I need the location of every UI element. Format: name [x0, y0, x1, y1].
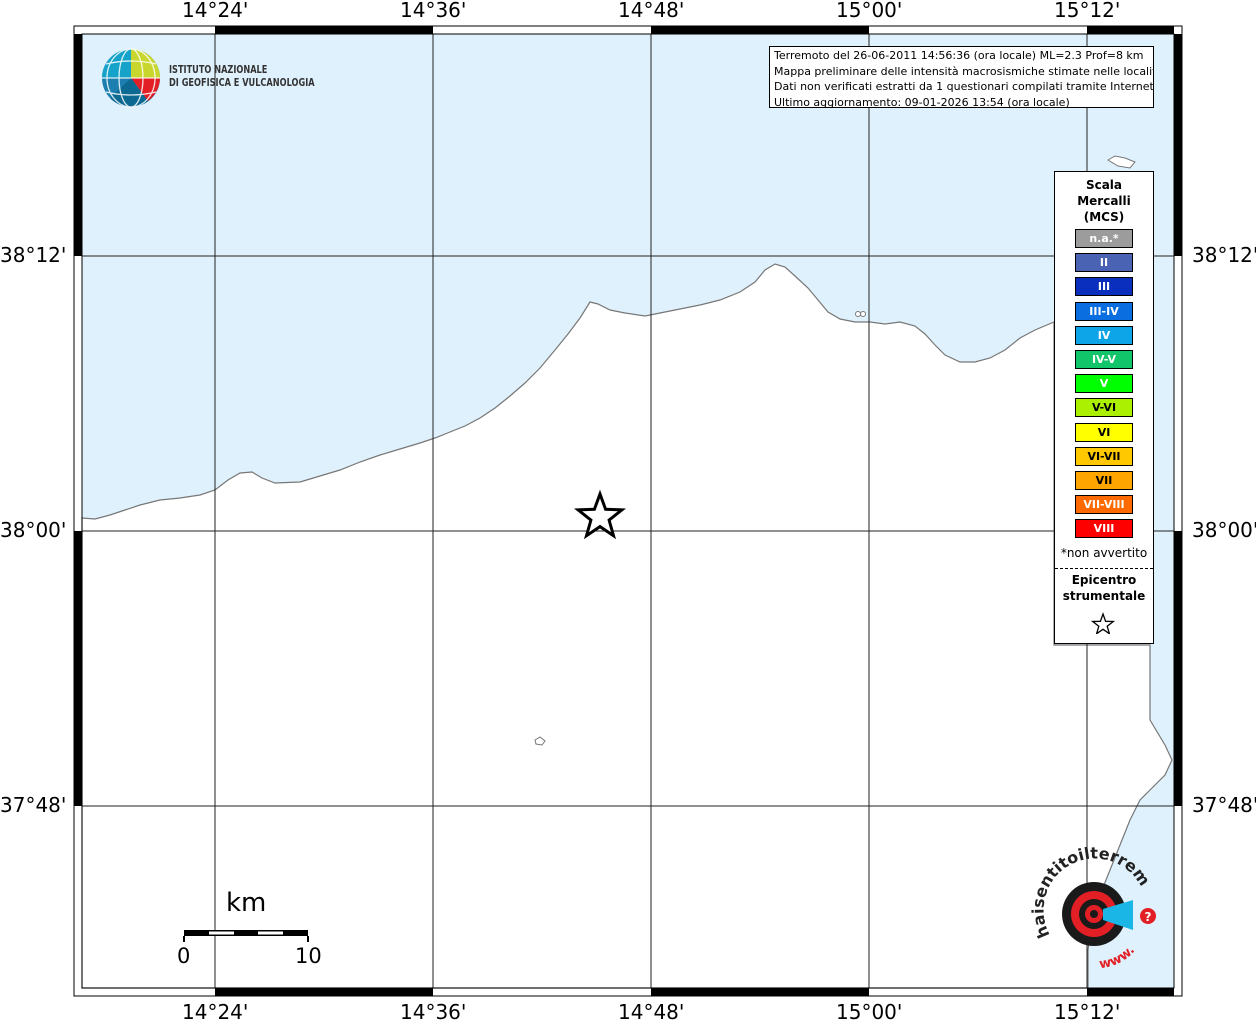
legend-item: VII — [1075, 471, 1133, 490]
scale-max: 10 — [295, 944, 322, 968]
legend-item: V-VI — [1075, 398, 1133, 418]
mcs-legend: Scala Mercalli (MCS) n.a.* II III III-IV IV I… — [1054, 171, 1154, 644]
info-line-4: Ultimo aggiornamento: 09-01-2026 13:54 (… — [774, 95, 1070, 109]
x-tick-bottom-1: 14°24' — [182, 1000, 249, 1024]
legend-item: IV — [1075, 325, 1133, 345]
islet-1 — [855, 311, 861, 317]
x-tick-top-5: 15°12' — [1054, 0, 1121, 22]
x-tick-bottom-4: 15°00' — [836, 1000, 903, 1024]
ingv-logo-line1: ISTITUTO NAZIONALE — [169, 64, 268, 76]
event-info-box: Terremoto del 26-06-2011 14:56:36 (ora l… — [769, 46, 1154, 109]
legend-title-2: Mercalli — [1077, 194, 1131, 208]
info-line-1: Terremoto del 26-06-2011 14:56:36 (ora l… — [774, 49, 1144, 62]
x-tick-top-3: 14°48' — [618, 0, 685, 22]
info-line-2: Mappa preliminare delle intensità macros… — [774, 64, 1153, 78]
legend-title-3: (MCS) — [1083, 210, 1125, 224]
x-tick-bottom-2: 14°36' — [400, 1000, 467, 1024]
y-tick-left-3: 37°48' — [0, 793, 67, 817]
x-tick-top-4: 15°00' — [836, 0, 903, 22]
scale-min: 0 — [177, 944, 191, 968]
legend-item: VIII — [1075, 519, 1133, 539]
legend-item: VI — [1075, 422, 1133, 442]
legend-item: III-IV — [1075, 301, 1133, 321]
legend-item: IV-V — [1075, 350, 1133, 369]
legend-epicentro: Epicentro strumentale — [1055, 572, 1153, 604]
legend-star-icon — [1090, 612, 1116, 634]
legend-title-1: Scala — [1085, 178, 1123, 192]
legend-item: VI-VII — [1075, 446, 1133, 466]
info-line-3: Dati non verificati estratti da 1 questi… — [774, 80, 1153, 93]
y-tick-left-2: 38°00' — [0, 518, 67, 542]
islet-2 — [860, 311, 866, 317]
ingv-logo-text: ISTITUTO NAZIONALE DI GEOFISICA E VULCAN… — [169, 64, 315, 90]
ingv-logo-icon — [102, 48, 160, 108]
legend-item: III — [1075, 277, 1133, 297]
x-tick-bottom-5: 15°12' — [1054, 1000, 1121, 1024]
legend-item: VII-VIII — [1075, 495, 1133, 515]
ingv-logo-line2: DI GEOFISICA E VULCANOLOGIA — [169, 77, 315, 89]
scale-unit: km — [226, 888, 267, 918]
y-tick-right-1: 38°12' — [1192, 243, 1256, 267]
y-tick-right-2: 38°00' — [1192, 518, 1256, 542]
legend-epicentro-1: Epicentro — [1071, 573, 1137, 587]
legend-item: n.a.* — [1075, 229, 1133, 248]
x-tick-bottom-3: 14°48' — [618, 1000, 685, 1024]
legend-note: *non avvertito — [1060, 546, 1148, 560]
badge-question: ? — [1145, 910, 1152, 924]
legend-divider — [1055, 568, 1153, 569]
x-tick-top-1: 14°24' — [182, 0, 249, 22]
legend-item: V — [1075, 374, 1133, 394]
y-tick-left-1: 38°12' — [0, 243, 67, 267]
legend-epicentro-2: strumentale — [1062, 589, 1146, 603]
y-tick-right-3: 37°48' — [1192, 793, 1256, 817]
x-tick-top-2: 14°36' — [400, 0, 467, 22]
legend-item: II — [1075, 253, 1133, 273]
